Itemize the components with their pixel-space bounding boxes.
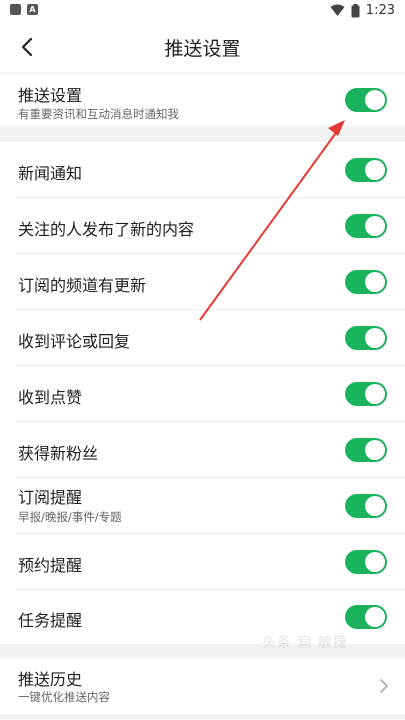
setting-label: 收到点赞 bbox=[18, 388, 83, 407]
toggle-knob bbox=[365, 216, 385, 236]
setting-label: 订阅的频道有更新 bbox=[18, 276, 147, 295]
setting-row-comments: 收到评论或回复 bbox=[0, 310, 405, 366]
setting-label: 收到评论或回复 bbox=[18, 332, 131, 351]
master-push-label: 推送设置 bbox=[18, 86, 83, 105]
setting-row-followers: 获得新粉丝 bbox=[0, 422, 405, 478]
master-push-sublabel: 有重要资讯和互动消息时通知我 bbox=[18, 107, 179, 121]
push-history-label: 推送历史 bbox=[18, 670, 83, 689]
subscription-toggle[interactable] bbox=[345, 494, 387, 518]
setting-row-news: 新闻通知 bbox=[0, 142, 405, 198]
toggle-knob bbox=[365, 90, 385, 110]
wifi-icon bbox=[330, 4, 345, 16]
toggle-knob bbox=[365, 272, 385, 292]
setting-label: 预约提醒 bbox=[18, 556, 83, 575]
setting-label: 关注的人发布了新的内容 bbox=[18, 220, 195, 239]
toggle-knob bbox=[365, 384, 385, 404]
master-push-toggle[interactable] bbox=[345, 88, 387, 112]
setting-sublabel: 早报/晚报/事件/专题 bbox=[18, 510, 122, 524]
section-gap bbox=[0, 126, 405, 142]
task-toggle[interactable] bbox=[345, 605, 387, 629]
master-push-row: 推送设置 有重要资讯和互动消息时通知我 bbox=[0, 74, 405, 126]
battery-icon bbox=[351, 3, 360, 17]
app-a-icon: A bbox=[27, 4, 38, 15]
toggle-knob bbox=[365, 328, 385, 348]
setting-row-channel: 订阅的频道有更新 bbox=[0, 254, 405, 310]
likes-toggle[interactable] bbox=[345, 382, 387, 406]
bottom-gap bbox=[0, 714, 405, 720]
push-history-sublabel: 一键优化推送内容 bbox=[18, 690, 110, 704]
channel-update-toggle[interactable] bbox=[345, 270, 387, 294]
setting-label: 任务提醒 bbox=[18, 611, 83, 630]
toggle-knob bbox=[365, 607, 385, 627]
setting-row-reservation: 预约提醒 bbox=[0, 534, 405, 590]
toggle-knob bbox=[365, 160, 385, 180]
setting-row-following: 关注的人发布了新的内容 bbox=[0, 198, 405, 254]
watermark-text: 头条 扁 敏捷 bbox=[262, 635, 348, 651]
status-bar-left: A bbox=[10, 4, 38, 15]
followers-toggle[interactable] bbox=[345, 438, 387, 462]
comments-toggle[interactable] bbox=[345, 326, 387, 350]
setting-label: 新闻通知 bbox=[18, 164, 83, 183]
setting-label: 订阅提醒 bbox=[18, 488, 83, 507]
status-bar-right: 1:23 bbox=[330, 3, 395, 18]
chevron-right-icon bbox=[380, 679, 388, 693]
following-toggle[interactable] bbox=[345, 214, 387, 238]
setting-label: 获得新粉丝 bbox=[18, 444, 99, 463]
toggle-knob bbox=[365, 440, 385, 460]
toggle-knob bbox=[365, 552, 385, 572]
status-bar: A 1:23 bbox=[0, 0, 405, 22]
push-history-row[interactable]: 推送历史 一键优化推送内容 bbox=[0, 658, 405, 714]
setting-row-likes: 收到点赞 bbox=[0, 366, 405, 422]
status-time: 1:23 bbox=[365, 3, 395, 18]
notification-square-icon bbox=[10, 4, 21, 15]
nav-bar: 推送设置 bbox=[0, 22, 405, 72]
news-toggle[interactable] bbox=[345, 158, 387, 182]
reservation-toggle[interactable] bbox=[345, 550, 387, 574]
toggle-knob bbox=[365, 496, 385, 516]
page-title: 推送设置 bbox=[164, 38, 241, 60]
setting-row-subscription: 订阅提醒 早报/晚报/事件/专题 bbox=[0, 478, 405, 534]
